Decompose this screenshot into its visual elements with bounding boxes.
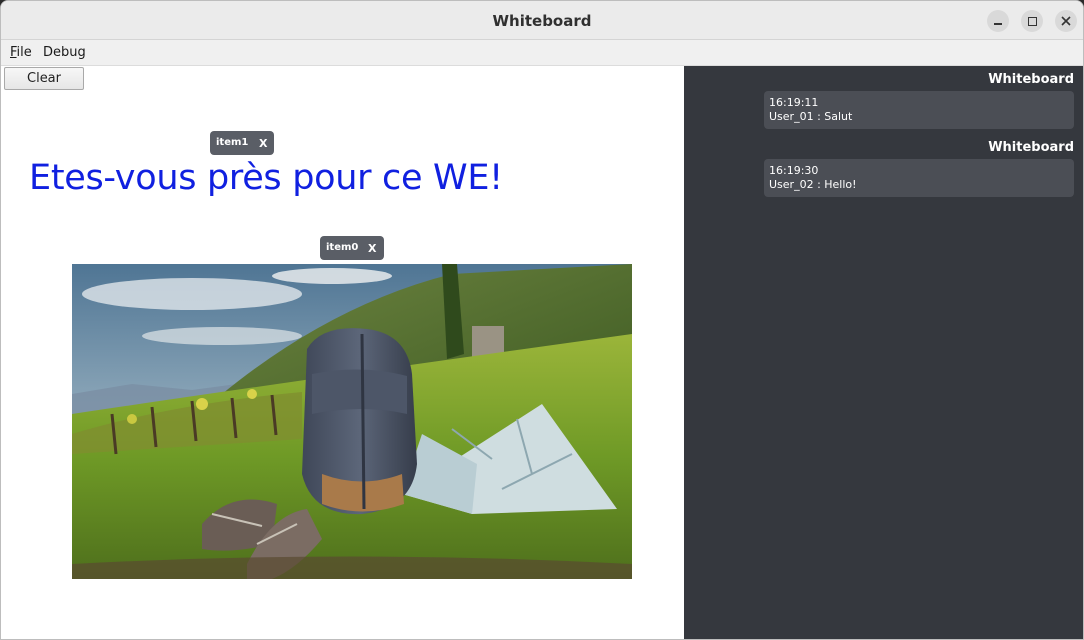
clear-button[interactable]: Clear (4, 67, 84, 90)
chat-panel[interactable]: Whiteboard 16:19:11 User_01 : Salut Whit… (684, 66, 1083, 639)
minimize-icon (994, 23, 1002, 25)
message-sender: Whiteboard (988, 140, 1074, 155)
item-tag-item1[interactable]: item1 X (210, 131, 274, 155)
maximize-button[interactable] (1021, 10, 1043, 32)
menu-bar: File Debug (1, 40, 1083, 66)
menu-file[interactable]: File (10, 45, 32, 60)
chat-message: 16:19:30 User_02 : Hello! (764, 159, 1074, 197)
close-icon (1061, 16, 1071, 26)
minimize-button[interactable] (987, 10, 1009, 32)
app-window: Whiteboard File Debug Clear item1 X Etes… (0, 0, 1084, 640)
message-text: User_02 : Hello! (769, 178, 857, 191)
menu-debug[interactable]: Debug (43, 45, 86, 60)
whiteboard-image-item[interactable] (72, 264, 632, 579)
hiking-backpack-photo (72, 264, 632, 579)
message-time: 16:19:30 (769, 164, 819, 177)
message-text: User_01 : Salut (769, 110, 853, 123)
whiteboard-canvas[interactable]: Clear item1 X Etes-vous près pour ce WE!… (1, 66, 684, 639)
close-button[interactable] (1055, 10, 1077, 32)
item-tag-label: item1 (216, 137, 249, 148)
item-tag-item0[interactable]: item0 X (320, 236, 384, 260)
message-time: 16:19:11 (769, 96, 819, 109)
chat-message: 16:19:11 User_01 : Salut (764, 91, 1074, 129)
whiteboard-text-item[interactable]: Etes-vous près pour ce WE! (29, 158, 503, 198)
title-bar[interactable]: Whiteboard (1, 1, 1083, 40)
item-remove-button[interactable]: X (259, 137, 267, 150)
message-sender: Whiteboard (988, 72, 1074, 87)
menu-file-label: ile (16, 45, 32, 60)
maximize-icon (1027, 16, 1037, 26)
window-title: Whiteboard (492, 12, 592, 30)
item-tag-label: item0 (326, 242, 359, 253)
item-remove-button[interactable]: X (368, 242, 376, 255)
